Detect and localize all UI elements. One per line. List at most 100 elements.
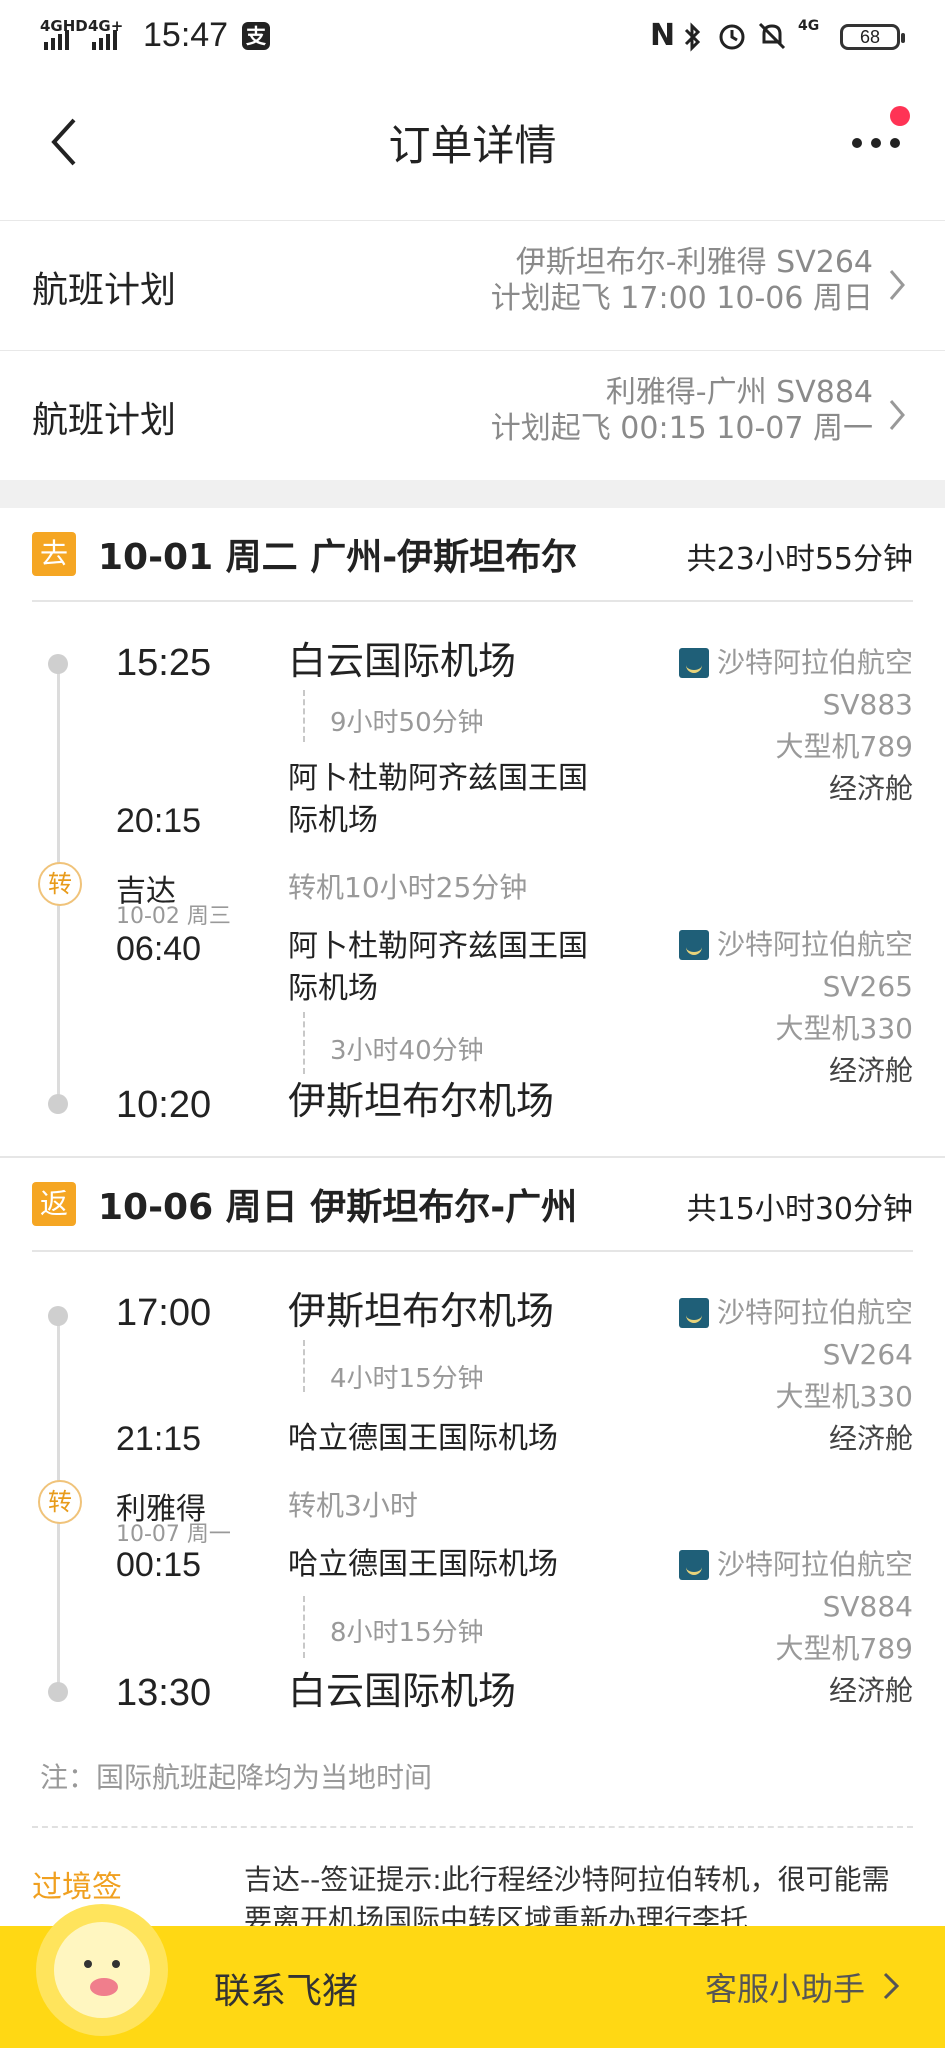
divider bbox=[32, 600, 913, 602]
departure-airport: 伊斯坦布尔机场 bbox=[288, 1289, 555, 1333]
chevron-right-icon bbox=[883, 1972, 900, 2000]
return-header: 返 10-06 周日 伊斯坦布尔-广州 共15小时30分钟 bbox=[0, 1158, 945, 1250]
transfer-duration: 转机10小时25分钟 bbox=[288, 871, 528, 904]
departure-airport: 哈立德国王国际机场 bbox=[288, 1547, 558, 1582]
outbound-total-duration: 共23小时55分钟 bbox=[686, 542, 913, 577]
alarm-icon bbox=[719, 24, 745, 50]
signal-bars-icon-2 bbox=[92, 30, 117, 50]
arrival-airport: 阿卜杜勒阿齐兹国王国 际机场 bbox=[288, 758, 588, 842]
saudia-logo-icon bbox=[678, 1550, 709, 1580]
divider bbox=[32, 1250, 913, 1252]
flight-plan-info: 伊斯坦布尔-利雅得 SV264 计划起飞 17:00 10-06 周日 bbox=[491, 245, 873, 317]
arrival-time: 13:30 bbox=[116, 1672, 212, 1714]
airline-info: 沙特阿拉伯航空 SV883 大型机789 经济舱 bbox=[678, 642, 913, 810]
dashed-divider bbox=[32, 1826, 913, 1828]
flight-plan-row[interactable]: 航班计划 利雅得-广州 SV884 计划起飞 00:15 10-07 周一 bbox=[0, 350, 945, 480]
arrival-time: 21:15 bbox=[116, 1420, 202, 1458]
flight-plan-route: 伊斯坦布尔-利雅得 SV264 bbox=[515, 245, 873, 280]
arrival-airport: 白云国际机场 bbox=[288, 1669, 517, 1713]
transfer-date: 10-07 周一 bbox=[116, 1522, 231, 1547]
arrival-airport-line1: 阿卜杜勒阿齐兹国王国 bbox=[288, 761, 588, 796]
flight-duration: 8小时15分钟 bbox=[330, 1618, 484, 1648]
transfer-badge: 转 bbox=[38, 862, 82, 906]
timeline-dot bbox=[48, 654, 68, 674]
chevron-right-icon bbox=[889, 270, 905, 300]
local-time-note: 注：国际航班起降均为当地时间 bbox=[40, 1761, 433, 1794]
contact-fliggy-button[interactable]: 联系飞猪 bbox=[214, 1962, 358, 2014]
customer-service-button[interactable]: 客服小助手 bbox=[705, 1964, 865, 2010]
departure-airport-line1: 阿卜杜勒阿齐兹国王国 bbox=[288, 929, 588, 964]
flight-number: SV265 bbox=[822, 970, 913, 1003]
flight-plan-departure: 计划起飞 17:00 10-06 周日 bbox=[490, 281, 873, 316]
arrival-time: 10:20 bbox=[116, 1084, 212, 1126]
network-label: 4G bbox=[798, 18, 820, 34]
airline-name: 沙特阿拉伯航空 bbox=[716, 1548, 913, 1581]
flight-plan-departure: 计划起飞 00:15 10-07 周一 bbox=[490, 411, 873, 446]
fliggy-mascot-icon[interactable] bbox=[36, 1904, 168, 2036]
airline-info: 沙特阿拉伯航空 SV264 大型机330 经济舱 bbox=[678, 1292, 913, 1460]
flight-plan-label: 航班计划 bbox=[32, 400, 177, 441]
duration-dash bbox=[303, 690, 305, 742]
section-divider bbox=[0, 480, 945, 508]
return-title: 10-06 周日 伊斯坦布尔-广州 bbox=[98, 1187, 578, 1228]
signal-bars-icon-1 bbox=[44, 30, 69, 50]
flight-plan-route: 利雅得-广州 SV884 bbox=[605, 375, 873, 410]
timeline-dot bbox=[48, 1306, 68, 1326]
flight-duration: 4小时15分钟 bbox=[330, 1364, 484, 1394]
saudia-logo-icon bbox=[678, 648, 709, 678]
return-tag: 返 bbox=[32, 1182, 76, 1226]
aircraft-type: 大型机789 bbox=[775, 1632, 913, 1665]
aircraft-type: 大型机330 bbox=[775, 1380, 913, 1413]
departure-time: 15:25 bbox=[116, 642, 212, 684]
more-menu-icon[interactable] bbox=[848, 124, 904, 164]
clock: 15:47 bbox=[143, 16, 229, 54]
chevron-right-icon bbox=[889, 400, 905, 430]
departure-time: 00:15 bbox=[116, 1546, 202, 1584]
saudia-logo-icon bbox=[678, 930, 709, 960]
transfer-badge: 转 bbox=[38, 1480, 82, 1524]
duration-dash bbox=[303, 1596, 305, 1658]
flight-number: SV264 bbox=[822, 1338, 913, 1371]
departure-airport: 阿卜杜勒阿齐兹国王国 际机场 bbox=[288, 926, 588, 1010]
cabin-class: 经济舱 bbox=[828, 1422, 913, 1455]
arrival-time: 20:15 bbox=[116, 802, 202, 840]
saudia-logo-icon bbox=[678, 1298, 709, 1328]
airline-info: 沙特阿拉伯航空 SV265 大型机330 经济舱 bbox=[678, 924, 913, 1092]
timeline-dot bbox=[48, 1094, 68, 1114]
aircraft-type: 大型机330 bbox=[775, 1012, 913, 1045]
outbound-tag: 去 bbox=[32, 532, 76, 576]
outbound-title: 10-01 周二 广州-伊斯坦布尔 bbox=[98, 537, 578, 578]
cabin-class: 经济舱 bbox=[828, 1054, 913, 1087]
duration-dash bbox=[303, 1340, 305, 1392]
alipay-icon: 支 bbox=[242, 22, 270, 50]
flight-number: SV883 bbox=[822, 688, 913, 721]
nfc-icon: N bbox=[650, 18, 676, 53]
arrival-airport: 哈立德国王国际机场 bbox=[288, 1421, 558, 1456]
notification-dot bbox=[890, 106, 910, 126]
bottom-bar: 联系飞猪 客服小助手 bbox=[0, 1904, 945, 2048]
arrival-airport-line2: 际机场 bbox=[288, 803, 378, 838]
transit-visa-label: 过境签 bbox=[32, 1870, 122, 1905]
departure-time: 17:00 bbox=[116, 1292, 212, 1334]
flight-plan-row[interactable]: 航班计划 伊斯坦布尔-利雅得 SV264 计划起飞 17:00 10-06 周日 bbox=[0, 220, 945, 350]
bluetooth-icon bbox=[684, 22, 701, 52]
nav-bar: 订单详情 bbox=[0, 76, 945, 216]
flight-plan-label: 航班计划 bbox=[32, 270, 177, 311]
page-title: 订单详情 bbox=[388, 121, 557, 170]
flight-duration: 3小时40分钟 bbox=[330, 1036, 484, 1066]
airline-name: 沙特阿拉伯航空 bbox=[716, 928, 913, 961]
aircraft-type: 大型机789 bbox=[775, 730, 913, 763]
flight-plan-info: 利雅得-广州 SV884 计划起飞 00:15 10-07 周一 bbox=[491, 375, 873, 447]
transfer-date: 10-02 周三 bbox=[116, 904, 231, 929]
airline-info: 沙特阿拉伯航空 SV884 大型机789 经济舱 bbox=[678, 1544, 913, 1712]
return-total-duration: 共15小时30分钟 bbox=[686, 1192, 913, 1227]
departure-airport-line2: 际机场 bbox=[288, 971, 378, 1006]
timeline-dot bbox=[48, 1682, 68, 1702]
flight-number: SV884 bbox=[822, 1590, 913, 1623]
departure-time: 06:40 bbox=[116, 930, 202, 968]
flight-duration: 9小时50分钟 bbox=[330, 708, 484, 738]
cabin-class: 经济舱 bbox=[828, 1674, 913, 1707]
departure-airport: 白云国际机场 bbox=[288, 639, 517, 683]
mute-bell-icon bbox=[758, 22, 786, 50]
airline-name: 沙特阿拉伯航空 bbox=[716, 1296, 913, 1329]
